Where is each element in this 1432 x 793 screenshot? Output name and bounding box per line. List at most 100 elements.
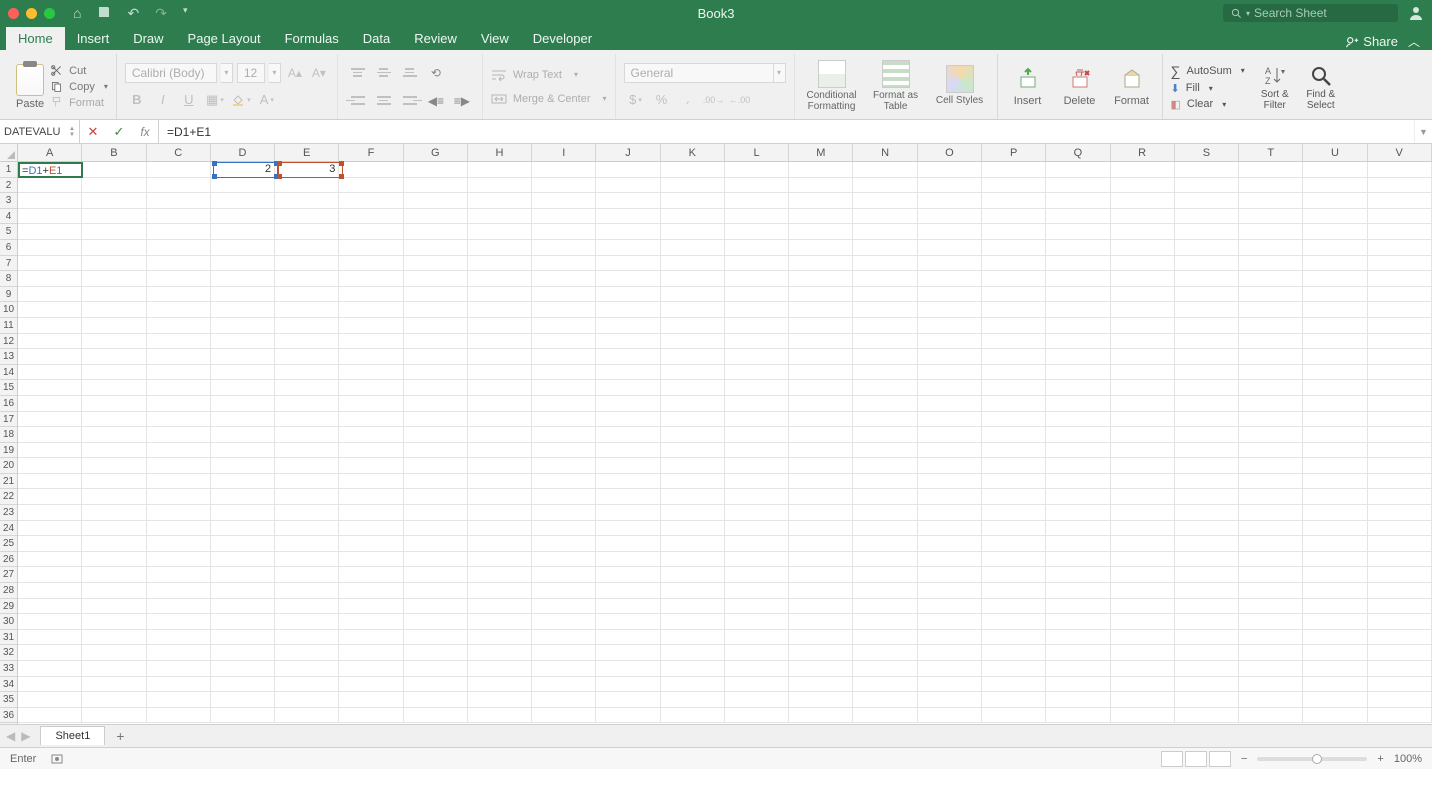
- bold-button[interactable]: B: [125, 89, 149, 111]
- cell[interactable]: [789, 193, 853, 209]
- cell[interactable]: [404, 396, 468, 412]
- cell[interactable]: [725, 318, 789, 334]
- cell[interactable]: [1368, 708, 1432, 724]
- cell[interactable]: 2: [211, 162, 275, 178]
- cell[interactable]: [532, 178, 596, 194]
- row-header[interactable]: 8: [0, 271, 17, 287]
- cell[interactable]: [147, 178, 211, 194]
- cell[interactable]: [339, 474, 403, 490]
- cell[interactable]: [661, 193, 725, 209]
- collapse-ribbon-icon[interactable]: ︿: [1408, 33, 1420, 50]
- cell[interactable]: [789, 552, 853, 568]
- cell[interactable]: [339, 287, 403, 303]
- cell[interactable]: [468, 287, 532, 303]
- cell[interactable]: [1239, 708, 1303, 724]
- cell[interactable]: [211, 271, 275, 287]
- cell[interactable]: [18, 427, 82, 443]
- cell[interactable]: [468, 567, 532, 583]
- cell[interactable]: [1239, 443, 1303, 459]
- cell[interactable]: [596, 521, 660, 537]
- cell[interactable]: [1239, 318, 1303, 334]
- cell[interactable]: [147, 677, 211, 693]
- cell[interactable]: [1303, 614, 1367, 630]
- cell[interactable]: [661, 567, 725, 583]
- column-header[interactable]: S: [1175, 144, 1239, 161]
- cell[interactable]: [918, 692, 982, 708]
- row-header[interactable]: 18: [0, 427, 17, 443]
- cell[interactable]: [147, 256, 211, 272]
- cell[interactable]: [1046, 193, 1110, 209]
- cell[interactable]: [1175, 505, 1239, 521]
- cell[interactable]: [532, 474, 596, 490]
- cell[interactable]: [82, 505, 146, 521]
- cell[interactable]: [853, 302, 917, 318]
- row-header[interactable]: 5: [0, 224, 17, 240]
- cell[interactable]: [982, 349, 1046, 365]
- cell[interactable]: [596, 692, 660, 708]
- cell[interactable]: [275, 224, 339, 240]
- cell[interactable]: [275, 583, 339, 599]
- cell[interactable]: [1303, 567, 1367, 583]
- cell[interactable]: [532, 224, 596, 240]
- cell[interactable]: [982, 489, 1046, 505]
- fill-button[interactable]: ⬇Fill▾: [1171, 82, 1245, 95]
- cell[interactable]: [339, 645, 403, 661]
- cell-styles-button[interactable]: Cell Styles: [931, 65, 989, 108]
- cell[interactable]: [1046, 536, 1110, 552]
- increase-indent-button[interactable]: ≡▶: [450, 90, 474, 112]
- cell[interactable]: [661, 692, 725, 708]
- cell[interactable]: [18, 193, 82, 209]
- cell[interactable]: [339, 349, 403, 365]
- cell[interactable]: [1175, 209, 1239, 225]
- cell[interactable]: [596, 552, 660, 568]
- cell[interactable]: [1111, 661, 1175, 677]
- row-header[interactable]: 29: [0, 599, 17, 615]
- cell[interactable]: [532, 287, 596, 303]
- cell[interactable]: [661, 318, 725, 334]
- cell[interactable]: [532, 365, 596, 381]
- cell[interactable]: [211, 505, 275, 521]
- cell[interactable]: [1239, 458, 1303, 474]
- cell[interactable]: [725, 365, 789, 381]
- cell[interactable]: [1368, 505, 1432, 521]
- cell[interactable]: [661, 614, 725, 630]
- cell[interactable]: [853, 708, 917, 724]
- cell[interactable]: [661, 349, 725, 365]
- cell[interactable]: [789, 318, 853, 334]
- cell[interactable]: [82, 318, 146, 334]
- cell[interactable]: [1303, 349, 1367, 365]
- cell[interactable]: [211, 396, 275, 412]
- cell[interactable]: [725, 287, 789, 303]
- cell[interactable]: [982, 178, 1046, 194]
- decrease-indent-button[interactable]: ◀≡: [424, 90, 448, 112]
- cell[interactable]: [1368, 630, 1432, 646]
- cell[interactable]: [18, 349, 82, 365]
- cell[interactable]: [1111, 334, 1175, 350]
- cell[interactable]: [1368, 224, 1432, 240]
- cell[interactable]: [789, 536, 853, 552]
- tab-draw[interactable]: Draw: [121, 27, 175, 50]
- cell[interactable]: [982, 209, 1046, 225]
- cell[interactable]: [275, 412, 339, 428]
- row-header[interactable]: 19: [0, 443, 17, 459]
- cell[interactable]: [18, 334, 82, 350]
- cell[interactable]: [725, 193, 789, 209]
- cell[interactable]: [404, 318, 468, 334]
- cell[interactable]: [147, 240, 211, 256]
- cell[interactable]: [1111, 256, 1175, 272]
- cell[interactable]: [661, 599, 725, 615]
- cell[interactable]: [918, 599, 982, 615]
- cell[interactable]: [661, 645, 725, 661]
- cell[interactable]: [147, 521, 211, 537]
- cell[interactable]: [1175, 302, 1239, 318]
- normal-view-button[interactable]: [1161, 751, 1183, 767]
- cell[interactable]: [596, 302, 660, 318]
- cell[interactable]: [918, 427, 982, 443]
- cell[interactable]: [339, 614, 403, 630]
- underline-button[interactable]: U: [177, 89, 201, 111]
- cell[interactable]: [1175, 708, 1239, 724]
- cell[interactable]: [82, 489, 146, 505]
- cell[interactable]: [1046, 224, 1110, 240]
- row-header[interactable]: 22: [0, 489, 17, 505]
- sort-filter-button[interactable]: AZ Sort & Filter: [1255, 63, 1295, 111]
